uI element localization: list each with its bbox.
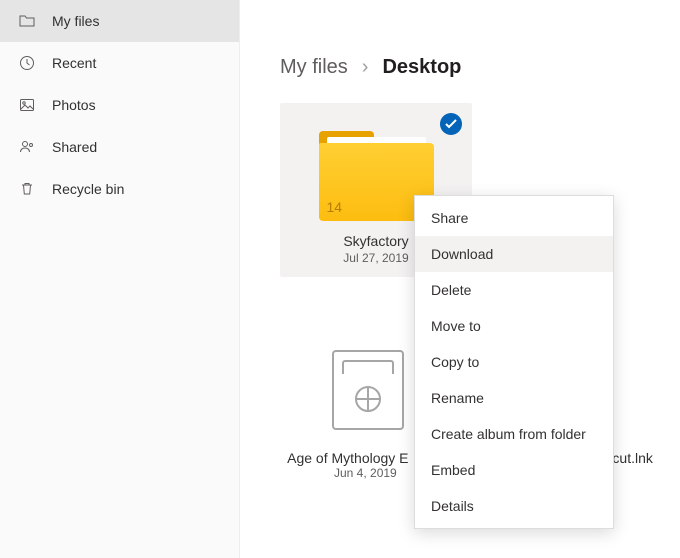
sidebar-item-label: Recent (52, 55, 96, 71)
sidebar-item-photos[interactable]: Photos (0, 84, 239, 126)
clock-icon (18, 54, 36, 72)
globe-icon (355, 386, 381, 412)
breadcrumb: My files › Desktop (280, 56, 680, 79)
menu-item-copy-to[interactable]: Copy to (415, 344, 613, 380)
sidebar-item-shared[interactable]: Shared (0, 126, 239, 168)
sidebar-item-my-files[interactable]: My files (0, 0, 239, 42)
sidebar: My files Recent Photos Shared Recycle bi… (0, 0, 240, 558)
breadcrumb-parent[interactable]: My files (280, 56, 348, 79)
person-icon (18, 138, 36, 156)
menu-item-download[interactable]: Download (415, 236, 613, 272)
menu-item-details[interactable]: Details (415, 488, 613, 524)
sidebar-item-label: Photos (52, 97, 96, 113)
folder-item-count: 14 (327, 199, 343, 215)
file-shortcut-icon[interactable] (332, 350, 404, 430)
trash-icon (18, 180, 36, 198)
menu-item-delete[interactable]: Delete (415, 272, 613, 308)
menu-item-move-to[interactable]: Move to (415, 308, 613, 344)
sidebar-item-label: Shared (52, 139, 97, 155)
breadcrumb-current: Desktop (382, 56, 461, 79)
menu-item-create-album[interactable]: Create album from folder (415, 416, 613, 452)
menu-item-share[interactable]: Share (415, 200, 613, 236)
sidebar-item-recycle-bin[interactable]: Recycle bin (0, 168, 239, 210)
photo-icon (18, 96, 36, 114)
sidebar-item-label: Recycle bin (52, 181, 124, 197)
folder-icon (18, 12, 36, 30)
selected-check-icon[interactable] (440, 113, 462, 135)
menu-item-rename[interactable]: Rename (415, 380, 613, 416)
sidebar-item-recent[interactable]: Recent (0, 42, 239, 84)
context-menu: Share Download Delete Move to Copy to Re… (414, 195, 614, 529)
menu-item-embed[interactable]: Embed (415, 452, 613, 488)
chevron-right-icon: › (362, 56, 369, 79)
sidebar-item-label: My files (52, 13, 99, 29)
